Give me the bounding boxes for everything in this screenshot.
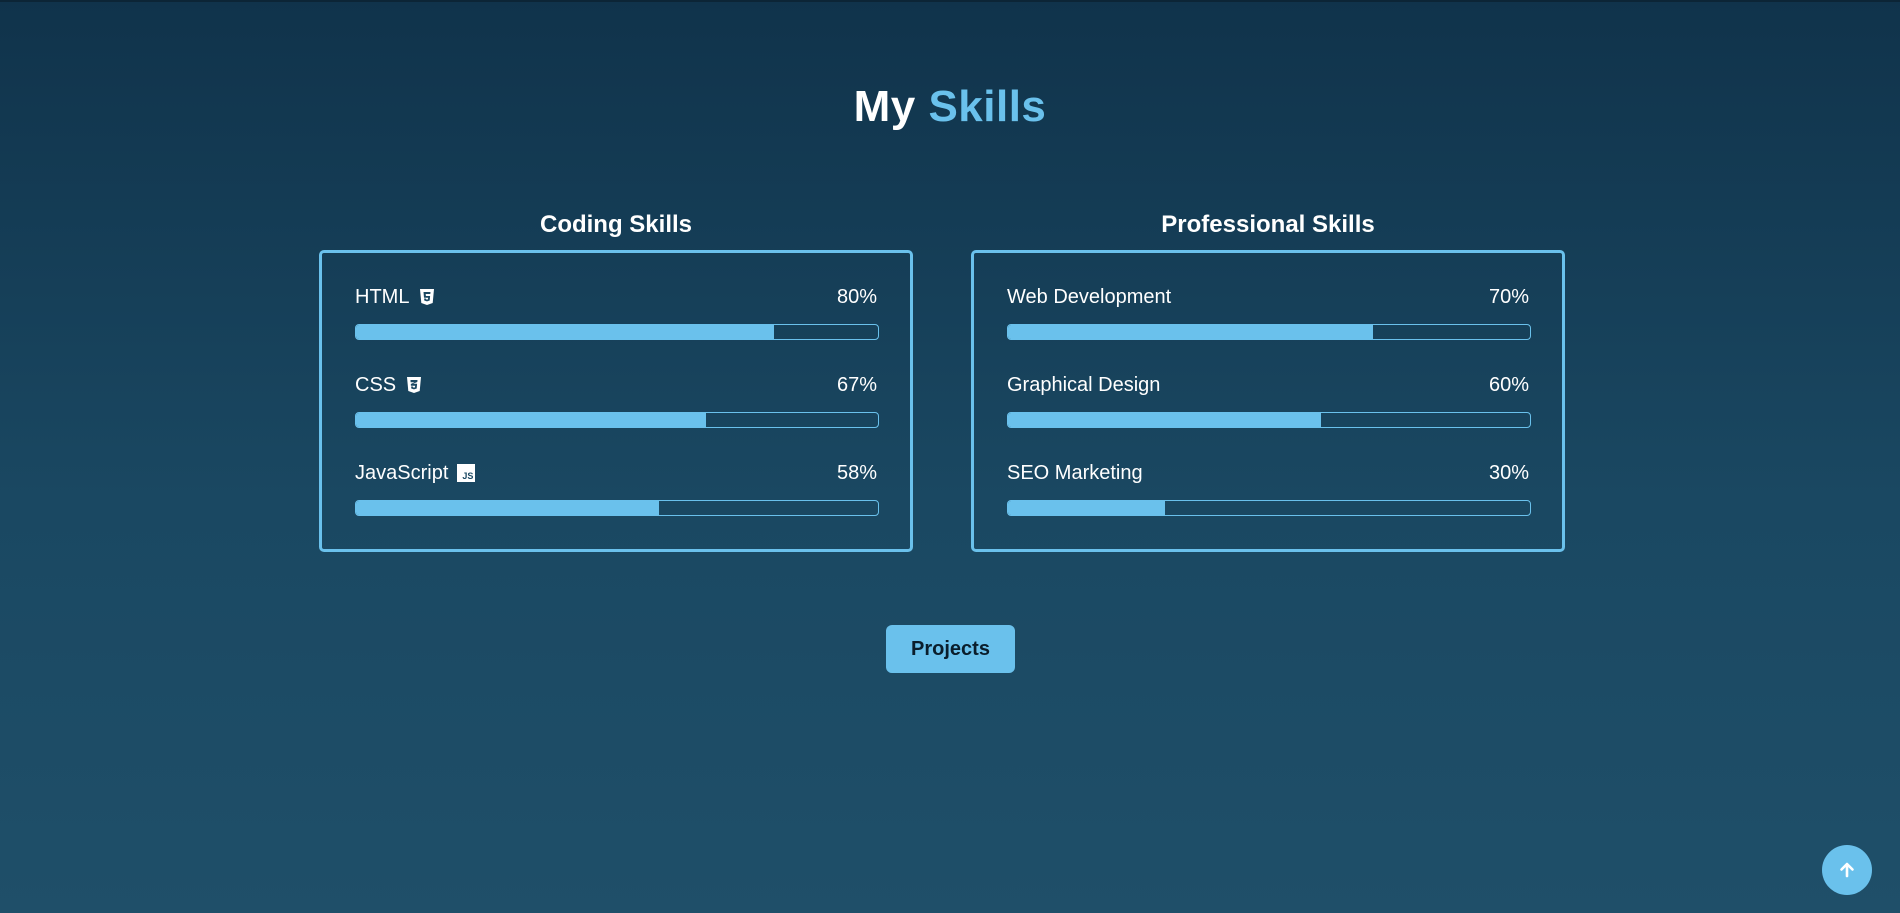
skill-percent: 30% [1488, 461, 1529, 484]
skill-percent: 58% [836, 461, 877, 484]
skill-progress-bar [355, 412, 879, 428]
skill-progress-bar [1007, 412, 1531, 428]
javascript-icon-label: JS [457, 464, 476, 482]
arrow-up-icon [1837, 860, 1857, 880]
javascript-icon: JS [457, 464, 476, 482]
skill-progress-fill [1008, 325, 1374, 339]
skill-graphical-design: Graphical Design 60% [1007, 373, 1531, 461]
skill-progress-bar [1007, 324, 1531, 340]
skill-name: Graphical Design [1007, 373, 1161, 396]
skill-name: JavaScript [355, 461, 449, 484]
skill-name: Web Development [1007, 285, 1172, 308]
professional-skills-card: Web Development 70% Graphical Design 60%… [971, 250, 1565, 552]
skill-percent: 67% [836, 373, 877, 396]
page-title-accent: Skills [928, 82, 1047, 131]
page-title-main: My [853, 82, 916, 131]
professional-skills-section: Professional Skills Web Development 70% … [971, 210, 1565, 552]
page-title: My Skills [0, 82, 1900, 132]
skill-name: CSS [355, 373, 397, 396]
projects-button[interactable]: Projects [886, 625, 1015, 673]
coding-skills-title: Coding Skills [539, 211, 692, 238]
skill-progress-fill [1008, 501, 1165, 515]
skill-percent: 80% [836, 285, 877, 308]
skill-percent: 70% [1488, 285, 1529, 308]
css3-icon [405, 376, 423, 394]
coding-skills-card: HTML 80% CSS 67% JavaScript JS 58% [319, 250, 913, 552]
skill-name: HTML [355, 285, 410, 308]
skill-progress-bar [355, 324, 879, 340]
skill-progress-fill [356, 501, 659, 515]
skill-progress-fill [1008, 413, 1322, 427]
skill-javascript: JavaScript JS 58% [355, 461, 879, 549]
skill-progress-bar [1007, 500, 1531, 516]
skill-name: SEO Marketing [1007, 461, 1143, 484]
skill-seo-marketing: SEO Marketing 30% [1007, 461, 1531, 549]
professional-skills-title: Professional Skills [1161, 211, 1375, 238]
skill-css: CSS 67% [355, 373, 879, 461]
skill-progress-fill [356, 413, 706, 427]
html5-icon [418, 288, 436, 306]
skill-percent: 60% [1488, 373, 1529, 396]
skill-progress-bar [355, 500, 879, 516]
coding-skills-section: Coding Skills HTML 80% CSS 67% JavaScrip… [319, 210, 913, 552]
skill-web-development: Web Development 70% [1007, 285, 1531, 373]
skill-html: HTML 80% [355, 285, 879, 373]
skill-progress-fill [356, 325, 774, 339]
scroll-to-top-button[interactable] [1822, 845, 1872, 895]
